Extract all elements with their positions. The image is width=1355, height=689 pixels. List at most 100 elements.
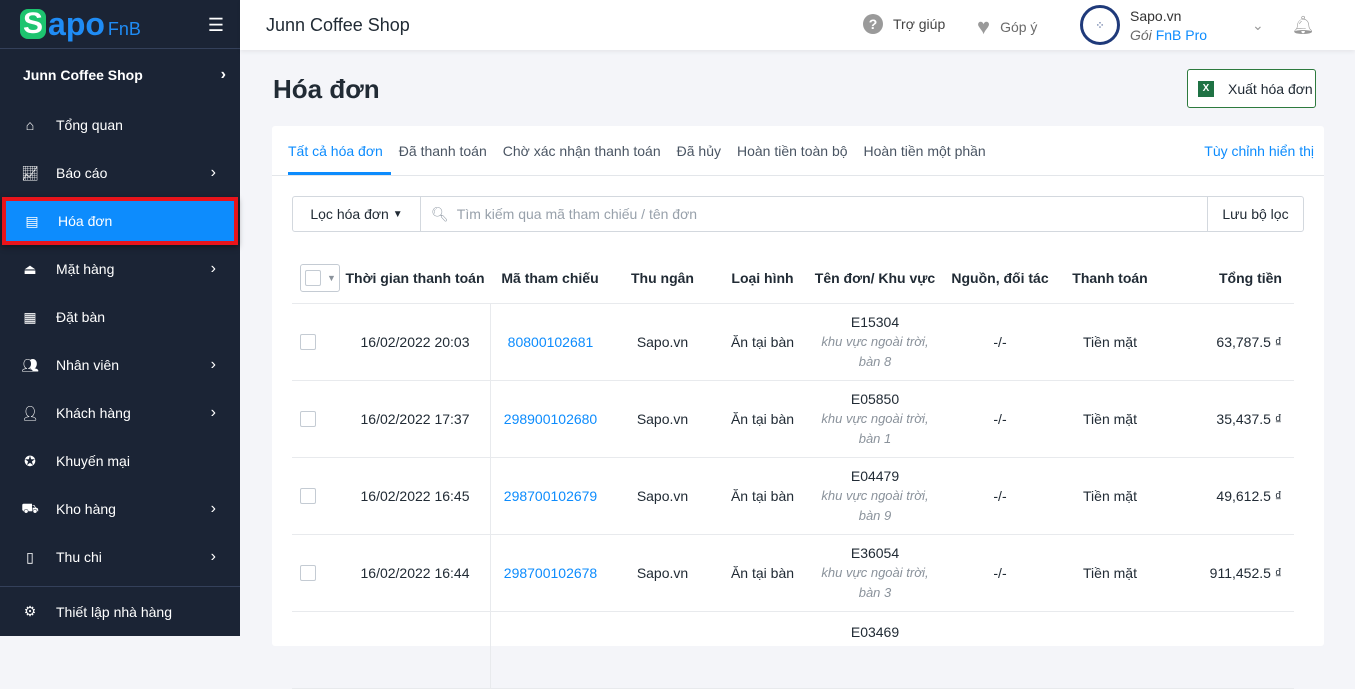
invoice-icon: ▤ <box>25 212 39 229</box>
table-header: ▼ Thời gian thanh toán Mã tham chiếu Thu n… <box>292 253 1294 304</box>
excel-icon: X <box>1198 80 1214 97</box>
order-type: Ăn tại bàn <box>730 488 795 504</box>
tab-2[interactable]: Chờ xác nhận thanh toán <box>495 126 669 175</box>
sidebar-item-label: Khuyến mại <box>56 453 130 469</box>
total: 911,452.5 ₫ <box>1209 565 1282 581</box>
order-type: Ăn tại bàn <box>730 334 795 350</box>
cashbook-icon: ▯ <box>26 548 34 565</box>
gear-icon: ⚙ <box>23 603 37 619</box>
chevron-right-icon: › <box>210 500 216 517</box>
order-name: E15304 <box>850 314 900 330</box>
tab-4[interactable]: Hoàn tiền toàn bộ <box>729 126 856 175</box>
reference-link[interactable]: 298700102678 <box>504 565 597 581</box>
heart-icon: ♥ <box>977 14 991 39</box>
calendar-icon: ▦ <box>23 308 37 325</box>
order-table: bàn 8 <box>858 354 892 369</box>
invoice-table: ▼ Thời gian thanh toán Mã tham chiếu Thu n… <box>292 253 1294 689</box>
sidebar-item-label: Kho hàng <box>56 501 116 517</box>
chart-icon: 📈︎ <box>21 164 39 181</box>
customize-display-link[interactable]: Tùy chỉnh hiển thị <box>1204 143 1314 159</box>
sidebar-item-user[interactable]: 👤︎ Khách hàng › <box>0 389 240 437</box>
caret-down-icon: ▼ <box>392 208 403 220</box>
sidebar-item-settings[interactable]: ⚙ Thiết lập nhà hàng <box>0 586 240 636</box>
plan-prefix: Gói <box>1130 26 1152 43</box>
order-type: Ăn tại bàn <box>730 565 795 581</box>
filter-bar: Lọc hóa đơn ▼ 🔍︎ Tìm kiếm qua mã tham chi… <box>292 196 1304 232</box>
reference-link[interactable]: 298900102680 <box>504 411 597 427</box>
payment-method: Tiền mặt <box>1083 411 1137 427</box>
filter-label: Lọc hóa đơn <box>310 206 389 222</box>
cashier: Sapo.vn <box>636 565 689 581</box>
tab-5[interactable]: Hoàn tiền một phần <box>856 126 994 175</box>
sidebar: Sapo FnB ☰ Junn Coffee Shop › ⌂ Tổng quan 📈︎… <box>0 0 240 636</box>
payment-method: Tiền mặt <box>1083 565 1137 581</box>
tab-1[interactable]: Đã thanh toán <box>391 126 495 175</box>
caret-down-icon: ▼ <box>327 273 336 283</box>
reference-link[interactable]: 298700102679 <box>504 488 597 504</box>
column-header: Thanh toán <box>1072 270 1148 286</box>
table-row[interactable]: 16/02/2022 17:37 298900102680 Sapo.vn Ăn… <box>292 381 1294 458</box>
select-all-checkbox[interactable]: ▼ <box>300 264 340 292</box>
table-row[interactable]: 16/02/2022 20:03 80800102681 Sapo.vn Ăn … <box>292 304 1294 381</box>
table-row[interactable]: E03469 <box>292 612 1294 689</box>
feedback-link[interactable]: ♥ Góp ý <box>977 14 1037 40</box>
row-checkbox[interactable] <box>300 565 316 581</box>
chevron-right-icon: › <box>210 356 216 373</box>
shop-title: Junn Coffee Shop <box>266 14 410 35</box>
sidebar-item-dish[interactable]: ⏏ Mặt hàng › <box>0 245 240 293</box>
row-checkbox[interactable] <box>300 334 316 350</box>
sidebar-item-label: Thiết lập nhà hàng <box>56 603 172 620</box>
sidebar-item-promo[interactable]: ✪ Khuyến mại <box>0 437 240 485</box>
order-name: E05850 <box>850 391 900 407</box>
sidebar-item-label: Tổng quan <box>56 117 123 133</box>
home-icon: ⌂ <box>25 117 35 133</box>
sidebar-item-staff[interactable]: 👥︎ Nhân viên › <box>0 341 240 389</box>
bell-icon[interactable]: 🔔︎ <box>1292 15 1315 36</box>
sidebar-item-chart[interactable]: 📈︎ Báo cáo › <box>0 149 240 197</box>
table-row[interactable]: 16/02/2022 16:45 298700102679 Sapo.vn Ăn… <box>292 458 1294 535</box>
order-table: bàn 1 <box>858 431 892 446</box>
save-filter-button[interactable]: Lưu bộ lọc <box>1207 197 1303 231</box>
sidebar-item-warehouse[interactable]: ⛟ Kho hàng › <box>0 485 240 533</box>
logo-s: S <box>20 9 47 39</box>
plan-name: FnB Pro <box>1155 26 1208 43</box>
search-icon: 🔍︎ <box>431 205 449 222</box>
chevron-right-icon: › <box>210 260 216 277</box>
tab-0[interactable]: Tất cả hóa đơn <box>288 126 391 175</box>
search-input[interactable]: 🔍︎ Tìm kiếm qua mã tham chiếu / tên đơn <box>421 197 1207 231</box>
export-invoice-button[interactable]: X Xuất hóa đơn <box>1187 69 1316 108</box>
save-filter-label: Lưu bộ lọc <box>1222 206 1289 222</box>
column-header: Thu ngân <box>631 270 694 286</box>
row-checkbox[interactable] <box>300 488 316 504</box>
table-row[interactable]: 16/02/2022 16:44 298700102678 Sapo.vn Ăn… <box>292 535 1294 612</box>
tab-3[interactable]: Đã hủy <box>669 126 729 175</box>
help-icon: ? <box>863 14 883 34</box>
cashier: Sapo.vn <box>636 334 689 350</box>
sidebar-item-invoice[interactable]: ▤ Hóa đơn <box>2 197 238 245</box>
column-header: Mã tham chiếu <box>501 270 599 286</box>
cashier: Sapo.vn <box>636 488 689 504</box>
account-menu[interactable]: ⁘ Sapo.vn Gói FnB Pro ⌄ 🔔︎ <box>1080 5 1315 45</box>
total: 63,787.5 ₫ <box>1216 334 1282 350</box>
sidebar-item-label: Báo cáo <box>56 165 108 181</box>
order-name: E36054 <box>850 545 900 561</box>
sidebar-item-label: Hóa đơn <box>58 213 113 229</box>
sidebar-item-cashbook[interactable]: ▯ Thu chi › <box>0 533 240 581</box>
filter-invoice-dropdown[interactable]: Lọc hóa đơn ▼ <box>293 197 421 231</box>
collapse-menu-icon[interactable]: ☰ <box>208 15 224 36</box>
row-checkbox[interactable] <box>300 411 316 427</box>
logo[interactable]: Sapo FnB ☰ <box>0 0 240 49</box>
help-label: Trợ giúp <box>893 16 946 32</box>
shop-selector[interactable]: Junn Coffee Shop › <box>0 49 240 101</box>
sidebar-item-calendar[interactable]: ▦ Đặt bàn <box>0 293 240 341</box>
reference-link[interactable]: 80800102681 <box>508 334 594 350</box>
help-link[interactable]: ? Trợ giúp <box>863 14 945 34</box>
column-header: Nguồn, đối tác <box>951 270 1049 286</box>
payment-method: Tiền mặt <box>1083 488 1137 504</box>
sidebar-item-label: Khách hàng <box>56 405 131 421</box>
search-placeholder: Tìm kiếm qua mã tham chiếu / tên đơn <box>456 206 698 222</box>
sidebar-item-home[interactable]: ⌂ Tổng quan <box>0 101 240 149</box>
column-header: Thời gian thanh toán <box>345 270 485 286</box>
chevron-down-icon[interactable]: ⌄ <box>1252 17 1264 34</box>
feedback-label: Góp ý <box>1000 19 1038 35</box>
